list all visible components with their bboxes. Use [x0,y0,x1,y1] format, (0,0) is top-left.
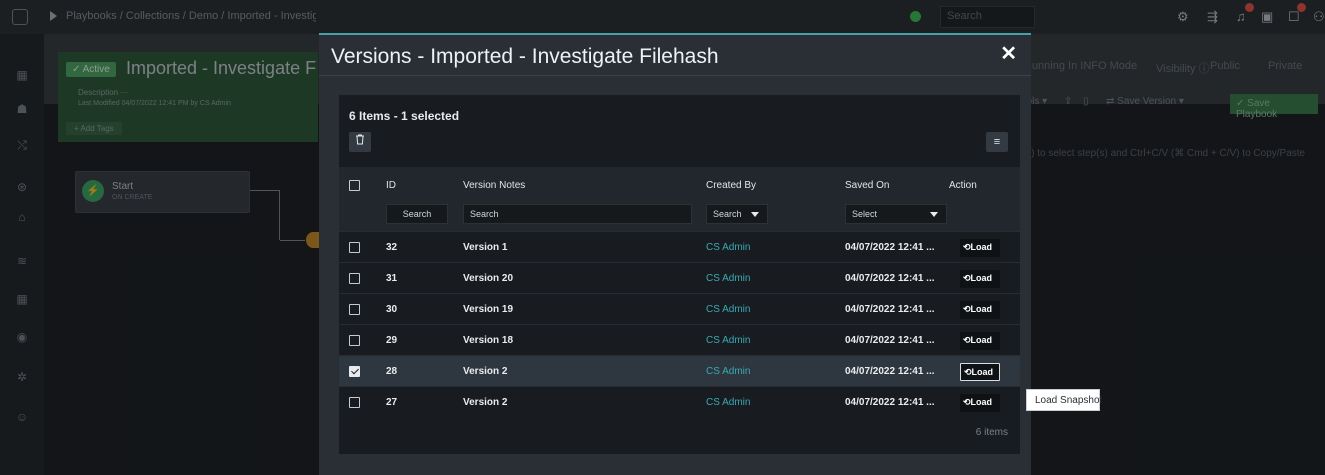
load-button[interactable]: ⟲Load [960,270,1000,288]
modal-title: Versions - Imported - Investigate Fileha… [331,45,719,68]
row-created-by-link[interactable]: CS Admin [706,273,750,284]
row-version-notes: Version 19 [463,304,514,315]
table-header: ID Version Notes Created By Saved On Act… [339,167,1020,231]
row-id: 31 [386,273,398,284]
col-created-header[interactable]: Created By [706,180,756,191]
load-snapshot-tooltip: Load Snapshot [1026,389,1102,411]
row-saved-on: 04/07/2022 12:41 ... [845,273,935,284]
row-version-notes: Version 2 [463,366,508,377]
notes-filter-input[interactable]: Search [463,204,692,224]
load-button[interactable]: ⟲Load [960,239,1000,257]
row-id: 32 [386,242,398,253]
row-version-notes: Version 18 [463,335,514,346]
load-button-label: Load [971,367,994,377]
table-row[interactable]: 32 Version 1 CS Admin 04/07/2022 12:41 ... ⟲… [339,231,1020,262]
load-button-label: Load [970,304,993,314]
row-checkbox[interactable] [349,335,360,346]
select-all-checkbox[interactable] [349,180,360,191]
col-id-header[interactable]: ID [386,180,396,191]
undo-icon: ⟲ [963,304,971,314]
row-saved-on: 04/07/2022 12:41 ... [845,366,935,377]
table-row[interactable]: 28 Version 2 CS Admin 04/07/2022 12:41 ... ⟲… [339,355,1020,386]
undo-icon: ⟲ [963,242,971,252]
row-id: 27 [386,397,398,408]
row-created-by-link[interactable]: CS Admin [706,304,750,315]
load-button-label: Load [970,397,993,407]
row-id: 30 [386,304,398,315]
close-icon[interactable]: ✕ [1000,41,1017,66]
table-row[interactable]: 31 Version 20 CS Admin 04/07/2022 12:41 ...… [339,262,1020,293]
row-saved-on: 04/07/2022 12:41 ... [845,242,935,253]
row-saved-on: 04/07/2022 12:41 ... [845,304,935,315]
row-version-notes: Version 20 [463,273,514,284]
modal-divider [319,75,1031,76]
id-filter-input[interactable]: Search [386,204,448,224]
row-created-by-link[interactable]: CS Admin [706,335,750,346]
versions-modal: Versions - Imported - Investigate Fileha… [319,33,1031,475]
row-checkbox[interactable] [349,242,360,253]
row-created-by-link[interactable]: CS Admin [706,397,750,408]
row-created-by-link[interactable]: CS Admin [706,366,750,377]
chevron-down-icon [751,212,759,217]
row-saved-on: 04/07/2022 12:41 ... [845,335,935,346]
undo-icon: ⟲ [964,367,972,377]
row-saved-on: 04/07/2022 12:41 ... [845,397,935,408]
load-button[interactable]: ⟲Load [960,301,1000,319]
created-by-filter-label: Search [713,209,742,219]
col-saved-header[interactable]: Saved On [845,180,889,191]
row-id: 29 [386,335,398,346]
row-checkbox[interactable] [349,366,360,377]
menu-icon[interactable]: ≡ [986,132,1008,152]
created-by-filter[interactable]: Search [706,204,768,224]
row-checkbox[interactable] [349,273,360,284]
saved-on-filter-label: Select [852,209,878,219]
col-notes-header[interactable]: Version Notes [463,180,525,191]
versions-grid: 6 Items - 1 selected ≡ ID Version Notes … [339,95,1020,454]
undo-icon: ⟲ [963,273,971,283]
trash-icon[interactable] [349,132,371,152]
table-row[interactable]: 30 Version 19 CS Admin 04/07/2022 12:41 ...… [339,293,1020,324]
load-button-label: Load [970,273,993,283]
load-button-label: Load [970,242,993,252]
chevron-down-icon [930,212,938,217]
row-id: 28 [386,366,398,377]
row-created-by-link[interactable]: CS Admin [706,242,750,253]
table-row[interactable]: 27 Version 2 CS Admin 04/07/2022 12:41 ... ⟲… [339,386,1020,417]
col-action-header: Action [949,180,977,191]
load-button[interactable]: ⟲Load [960,332,1000,350]
saved-on-filter[interactable]: Select [845,204,947,224]
items-count-footer: 6 items [975,427,1008,438]
row-checkbox[interactable] [349,397,360,408]
row-version-notes: Version 2 [463,397,508,408]
row-version-notes: Version 1 [463,242,508,253]
undo-icon: ⟲ [963,397,971,407]
row-checkbox[interactable] [349,304,360,315]
undo-icon: ⟲ [963,335,971,345]
selection-summary: 6 Items - 1 selected [349,109,460,123]
load-button[interactable]: ⟲Load [960,363,1000,381]
table-row[interactable]: 29 Version 18 CS Admin 04/07/2022 12:41 ...… [339,324,1020,355]
load-button[interactable]: ⟲Load [960,394,1000,412]
load-button-label: Load [970,335,993,345]
